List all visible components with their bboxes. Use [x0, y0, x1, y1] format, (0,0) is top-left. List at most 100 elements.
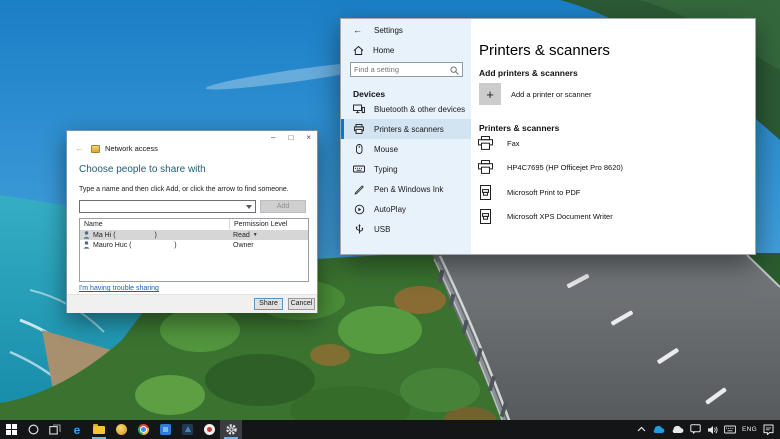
home-icon: [353, 45, 364, 55]
sidebar-item-pen-windows-ink[interactable]: Pen & Windows Ink: [341, 179, 471, 199]
sidebar-item-label: Pen & Windows Ink: [374, 184, 444, 194]
language-indicator[interactable]: ENG: [739, 420, 760, 439]
settings-search-box[interactable]: [350, 62, 463, 77]
windows-logo-icon: [5, 424, 17, 435]
back-icon[interactable]: ←: [75, 143, 84, 153]
sidebar-item-bluetooth[interactable]: Bluetooth & other devices: [341, 99, 471, 119]
column-name[interactable]: Name: [80, 221, 229, 228]
print-to-file-icon: [479, 208, 491, 224]
bluetooth-devices-icon: [353, 104, 365, 114]
sidebar-item-typing[interactable]: Typing: [341, 159, 471, 179]
permission-dropdown-icon[interactable]: ▼: [253, 232, 258, 238]
settings-content: Printers & scanners Add printers & scann…: [471, 19, 755, 254]
sidebar-item-label: USB: [374, 224, 391, 234]
taskbar-pinned-app-circle[interactable]: [198, 420, 220, 439]
user-name: Ma Hi ( ): [93, 231, 157, 239]
mouse-icon: [356, 144, 363, 154]
taskbar-pinned-app-dark[interactable]: [176, 420, 198, 439]
sidebar-home-label: Home: [373, 45, 395, 55]
tray-expand-chevron-icon[interactable]: [634, 420, 649, 439]
taskbar-settings-icon[interactable]: [220, 420, 242, 439]
sidebar-item-home[interactable]: Home: [353, 45, 394, 55]
taskbar-pinned-app-blue[interactable]: [154, 420, 176, 439]
printer-name: Fax: [507, 138, 520, 148]
chrome-logo-icon: [137, 424, 149, 435]
edge-logo-icon: e: [73, 422, 81, 437]
sidebar-section-devices: Devices: [353, 89, 386, 99]
action-center-icon[interactable]: [760, 420, 780, 439]
taskbar-chrome-icon[interactable]: [132, 420, 154, 439]
share-user-row[interactable]: Ma Hi ( ) Read ▼: [80, 230, 308, 240]
feedback-hub-icon[interactable]: [687, 420, 704, 439]
blue-app-icon: [159, 424, 171, 435]
network-access-dialog: – □ × ← Network access Choose people to …: [66, 130, 318, 313]
usb-icon: [355, 223, 363, 233]
column-permission-level[interactable]: Permission Level: [229, 219, 308, 230]
maximize-button[interactable]: □: [288, 134, 293, 142]
sidebar-item-label: Printers & scanners: [374, 124, 444, 134]
sidebar-item-usb[interactable]: USB: [341, 219, 471, 239]
share-user-row[interactable]: Mauro Huc ( ) Owner: [80, 240, 308, 250]
touch-keyboard-icon[interactable]: [721, 420, 739, 439]
back-icon[interactable]: ←: [353, 25, 362, 35]
permission-value[interactable]: Read: [233, 232, 250, 239]
cloud-icon[interactable]: [668, 420, 687, 439]
sidebar-item-label: Typing: [374, 164, 398, 174]
permission-value: Owner: [233, 241, 254, 249]
sidebar-item-mouse[interactable]: Mouse: [341, 139, 471, 159]
task-view-button[interactable]: [44, 420, 66, 439]
minimize-button[interactable]: –: [271, 134, 275, 142]
share-button[interactable]: Share: [254, 298, 283, 310]
start-button[interactable]: [0, 420, 22, 439]
task-view-icon: [49, 424, 61, 435]
yellow-disc-icon: [115, 424, 127, 435]
printer-name: HP4C7695 (HP Officejet Pro 8620): [507, 162, 624, 172]
add-printer-button[interactable]: +: [479, 83, 501, 105]
volume-icon[interactable]: [704, 420, 721, 439]
onedrive-icon[interactable]: [649, 420, 668, 439]
trouble-sharing-link[interactable]: I'm having trouble sharing: [79, 285, 159, 292]
people-combobox[interactable]: [79, 200, 256, 213]
settings-nav: Bluetooth & other devices Printers & sca…: [341, 99, 471, 239]
user-name: Mauro Huc ( ): [93, 241, 177, 249]
add-printers-section-title: Add printers & scanners: [479, 68, 578, 78]
cortana-button[interactable]: [22, 420, 44, 439]
printer-row[interactable]: HP4C7695 (HP Officejet Pro 8620): [477, 157, 623, 177]
plus-icon: +: [486, 86, 494, 102]
search-icon: [450, 66, 459, 75]
typing-icon: [353, 165, 365, 173]
printer-row[interactable]: Microsoft Print to PDF: [477, 182, 580, 202]
people-combobox-input[interactable]: [81, 202, 243, 211]
desktop: – □ × ← Network access Choose people to …: [0, 0, 780, 439]
page-title: Printers & scanners: [479, 42, 610, 59]
search-input[interactable]: [354, 64, 448, 75]
folder-icon: [93, 423, 105, 434]
cancel-button[interactable]: Cancel: [288, 298, 315, 310]
taskbar-file-explorer-icon[interactable]: [88, 420, 110, 439]
dialog-title: Network access: [105, 144, 158, 153]
sidebar-item-autoplay[interactable]: AutoPlay: [341, 199, 471, 219]
sidebar-item-label: AutoPlay: [374, 204, 407, 214]
cortana-icon: [27, 424, 39, 435]
printers-section-title: Printers & scanners: [479, 123, 560, 133]
taskbar-edge-icon[interactable]: e: [66, 420, 88, 439]
dialog-instruction: Type a name and then click Add, or click…: [79, 186, 289, 193]
taskbar: e ENG: [0, 420, 780, 439]
print-to-file-icon: [479, 184, 491, 200]
share-people-table: Name Permission Level Ma Hi ( ) Read ▼ M…: [79, 218, 309, 282]
add-printer-label[interactable]: Add a printer or scanner: [511, 90, 591, 99]
printer-row[interactable]: Fax: [477, 133, 520, 153]
printer-name: Microsoft XPS Document Writer: [507, 211, 613, 221]
printer-row[interactable]: Microsoft XPS Document Writer: [477, 206, 613, 226]
network-access-icon: [91, 145, 100, 153]
sidebar-item-label: Mouse: [374, 144, 399, 154]
autoplay-icon: [354, 204, 364, 214]
gear-icon: [225, 424, 237, 435]
taskbar-pinned-app-yellow[interactable]: [110, 420, 132, 439]
combo-dropdown-arrow-icon[interactable]: [246, 205, 252, 209]
sidebar-item-printers-scanners[interactable]: Printers & scanners: [341, 119, 471, 139]
add-button[interactable]: Add: [260, 200, 306, 213]
settings-window: ← Settings – □ × Home Devices: [340, 18, 756, 255]
dialog-footer: Share Cancel: [67, 294, 317, 313]
close-button[interactable]: ×: [306, 134, 311, 142]
